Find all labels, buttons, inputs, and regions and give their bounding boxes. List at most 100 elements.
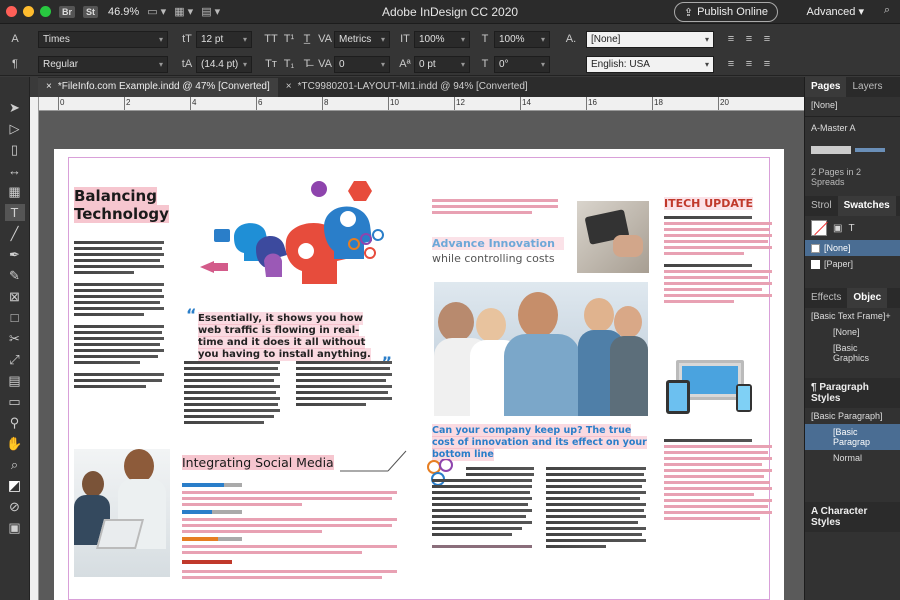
zoom-level[interactable]: 46.9%	[108, 6, 139, 18]
apply-none-icon[interactable]: ⊘	[5, 498, 25, 515]
stock-button[interactable]: St	[83, 5, 99, 18]
strikethrough-icon[interactable]: T̶	[298, 58, 316, 70]
selection-tool-icon[interactable]: ➤	[5, 99, 25, 116]
underline-icon[interactable]: T̲	[298, 33, 316, 45]
paragraph-style-basic[interactable]: [Basic Paragraph]	[805, 408, 900, 424]
spread-2-thumb[interactable]	[855, 148, 885, 152]
bridge-button[interactable]: Br	[59, 5, 76, 18]
character-styles-header[interactable]: A Character Styles	[805, 502, 900, 532]
social-media-text[interactable]	[182, 483, 402, 582]
scissors-tool-icon[interactable]: ✂	[5, 330, 25, 347]
horizontal-ruler[interactable]: 0 2 4 6 8 10 12 14 16 18 20	[38, 97, 804, 111]
swatch-paper[interactable]: [Paper]	[805, 256, 900, 272]
superscript-icon[interactable]: T¹	[280, 33, 298, 45]
paragraph-styles-header[interactable]: ¶ Paragraph Styles	[805, 378, 900, 408]
pages-none-item[interactable]: [None]	[805, 97, 900, 113]
align-center-icon[interactable]: ≡	[740, 33, 758, 45]
gap-tool-icon[interactable]: ↔	[5, 162, 25, 179]
justify-all-icon[interactable]: ≡	[758, 58, 776, 70]
tab-tc9980201-layout[interactable]: × *TC9980201-LAYOUT-MI1.indd @ 94% [Conv…	[278, 78, 536, 97]
publish-online-button[interactable]: ⇪ Publish Online	[673, 2, 778, 22]
paragraph-mode-icon[interactable]: ¶	[6, 58, 24, 70]
swatch-none[interactable]: [None]	[805, 240, 900, 256]
search-icon[interactable]: ⌕	[884, 4, 890, 17]
align-right-icon[interactable]: ≡	[758, 33, 776, 45]
screen-mode-icon[interactable]: ▭ ▾	[147, 5, 166, 18]
rectangle-tool-icon[interactable]: □	[5, 309, 25, 326]
body-text-column-2[interactable]	[184, 361, 282, 427]
paragraph-style-normal[interactable]: Normal	[805, 450, 900, 466]
container-format-icon[interactable]: ▣	[833, 223, 842, 234]
subscript-icon[interactable]: T₁	[280, 58, 298, 70]
character-mode-icon[interactable]: A	[6, 33, 24, 45]
font-family-field[interactable]: Times ▾	[38, 30, 168, 48]
object-style-basic-graphics[interactable]: [Basic Graphics	[805, 340, 900, 366]
arrange-documents-icon[interactable]: ▤ ▾	[201, 5, 220, 18]
tab-pages[interactable]: Pages	[805, 77, 847, 97]
object-style-none[interactable]: [None]	[805, 324, 900, 340]
kerning-field[interactable]: Metrics ▾	[334, 30, 390, 48]
office-photo[interactable]	[74, 449, 170, 577]
all-caps-icon[interactable]: TT	[262, 33, 280, 45]
leading-field[interactable]: (14.4 pt) ▾	[196, 55, 252, 73]
type-tool-icon[interactable]: T	[4, 204, 25, 221]
font-size-field[interactable]: 12 pt ▾	[196, 30, 252, 48]
pen-tool-icon[interactable]: ✒	[5, 246, 25, 263]
body-text-column-3[interactable]	[296, 361, 394, 409]
body-text-column-4[interactable]	[432, 467, 536, 548]
close-window-button[interactable]	[6, 6, 17, 17]
spread-1-thumb[interactable]	[811, 146, 851, 154]
text-format-icon[interactable]: T	[848, 223, 854, 234]
small-caps-icon[interactable]: Tт	[262, 58, 280, 70]
screen-mode-tool-icon[interactable]: ▣	[5, 519, 25, 536]
language-field[interactable]: English: USA ▾	[586, 55, 714, 73]
pencil-tool-icon[interactable]: ✎	[5, 267, 25, 284]
company-caption[interactable]: Can your company keep up? The true cost …	[432, 424, 652, 461]
view-options-icon[interactable]: ▦ ▾	[174, 5, 193, 18]
body-text-column-1[interactable]	[74, 241, 166, 391]
gradient-tool-icon[interactable]: ▤	[5, 372, 25, 389]
object-style-basic-text[interactable]: [Basic Text Frame]+	[805, 308, 900, 324]
character-style-field[interactable]: [None] ▾	[586, 30, 714, 48]
justify-left-icon[interactable]: ≡	[722, 58, 740, 70]
line-tool-icon[interactable]: ╱	[5, 225, 25, 242]
baseline-shift-field[interactable]: 0 pt ▾	[414, 55, 470, 73]
document-page[interactable]: Balancing Technology “ Essentially, it s…	[54, 149, 784, 600]
skew-field[interactable]: 0° ▾	[494, 55, 550, 73]
tab-close-icon[interactable]: ×	[286, 81, 292, 97]
rectangle-frame-tool-icon[interactable]: ⊠	[5, 288, 25, 305]
tab-swatches[interactable]: Swatches	[837, 196, 896, 216]
paragraph-style-basic-selected[interactable]: [Basic Paragrap	[805, 424, 900, 450]
vertical-ruler[interactable]	[30, 97, 39, 600]
body-text-column-5[interactable]	[546, 467, 650, 551]
hand-tool-icon[interactable]: ✋	[5, 435, 25, 452]
fill-stroke-icon[interactable]: ◩	[5, 477, 25, 494]
note-tool-icon[interactable]: ▭	[5, 393, 25, 410]
fill-swatch-icon[interactable]	[811, 220, 828, 236]
tab-layers[interactable]: Layers	[846, 77, 888, 97]
workspace-switcher[interactable]: Advanced ▾	[806, 5, 864, 18]
tab-stroke[interactable]: Strol	[805, 196, 838, 216]
tab-effects[interactable]: Effects	[805, 288, 847, 308]
tracking-field[interactable]: 0 ▾	[334, 55, 390, 73]
balancing-heading-block[interactable]: Balancing Technology	[74, 187, 169, 223]
justify-center-icon[interactable]: ≡	[740, 58, 758, 70]
free-transform-tool-icon[interactable]: ⤢	[5, 351, 25, 368]
horizontal-scale-field[interactable]: 100% ▾	[494, 30, 550, 48]
maximize-window-button[interactable]	[40, 6, 51, 17]
page-thumbnails[interactable]	[811, 138, 894, 162]
align-left-icon[interactable]: ≡	[722, 33, 740, 45]
vertical-scale-field[interactable]: 100% ▾	[414, 30, 470, 48]
eyedropper-tool-icon[interactable]: ⚲	[5, 414, 25, 431]
pull-quote[interactable]: “ Essentially, it shows you how web traf…	[184, 307, 392, 371]
page-tool-icon[interactable]: ▯	[5, 141, 25, 158]
minimize-window-button[interactable]	[23, 6, 34, 17]
tablet-photo[interactable]	[577, 201, 649, 273]
tab-fileinfo-example[interactable]: × *FileInfo.com Example.indd @ 47% [Conv…	[38, 78, 278, 97]
tech-update-column-2[interactable]	[664, 439, 776, 523]
social-media-heading-block[interactable]: Integrating Social Media	[182, 455, 362, 470]
content-collector-icon[interactable]: ▦	[5, 183, 25, 200]
team-photo[interactable]	[434, 282, 648, 416]
devices-image[interactable]	[664, 354, 754, 419]
font-style-field[interactable]: Regular ▾	[38, 55, 168, 73]
